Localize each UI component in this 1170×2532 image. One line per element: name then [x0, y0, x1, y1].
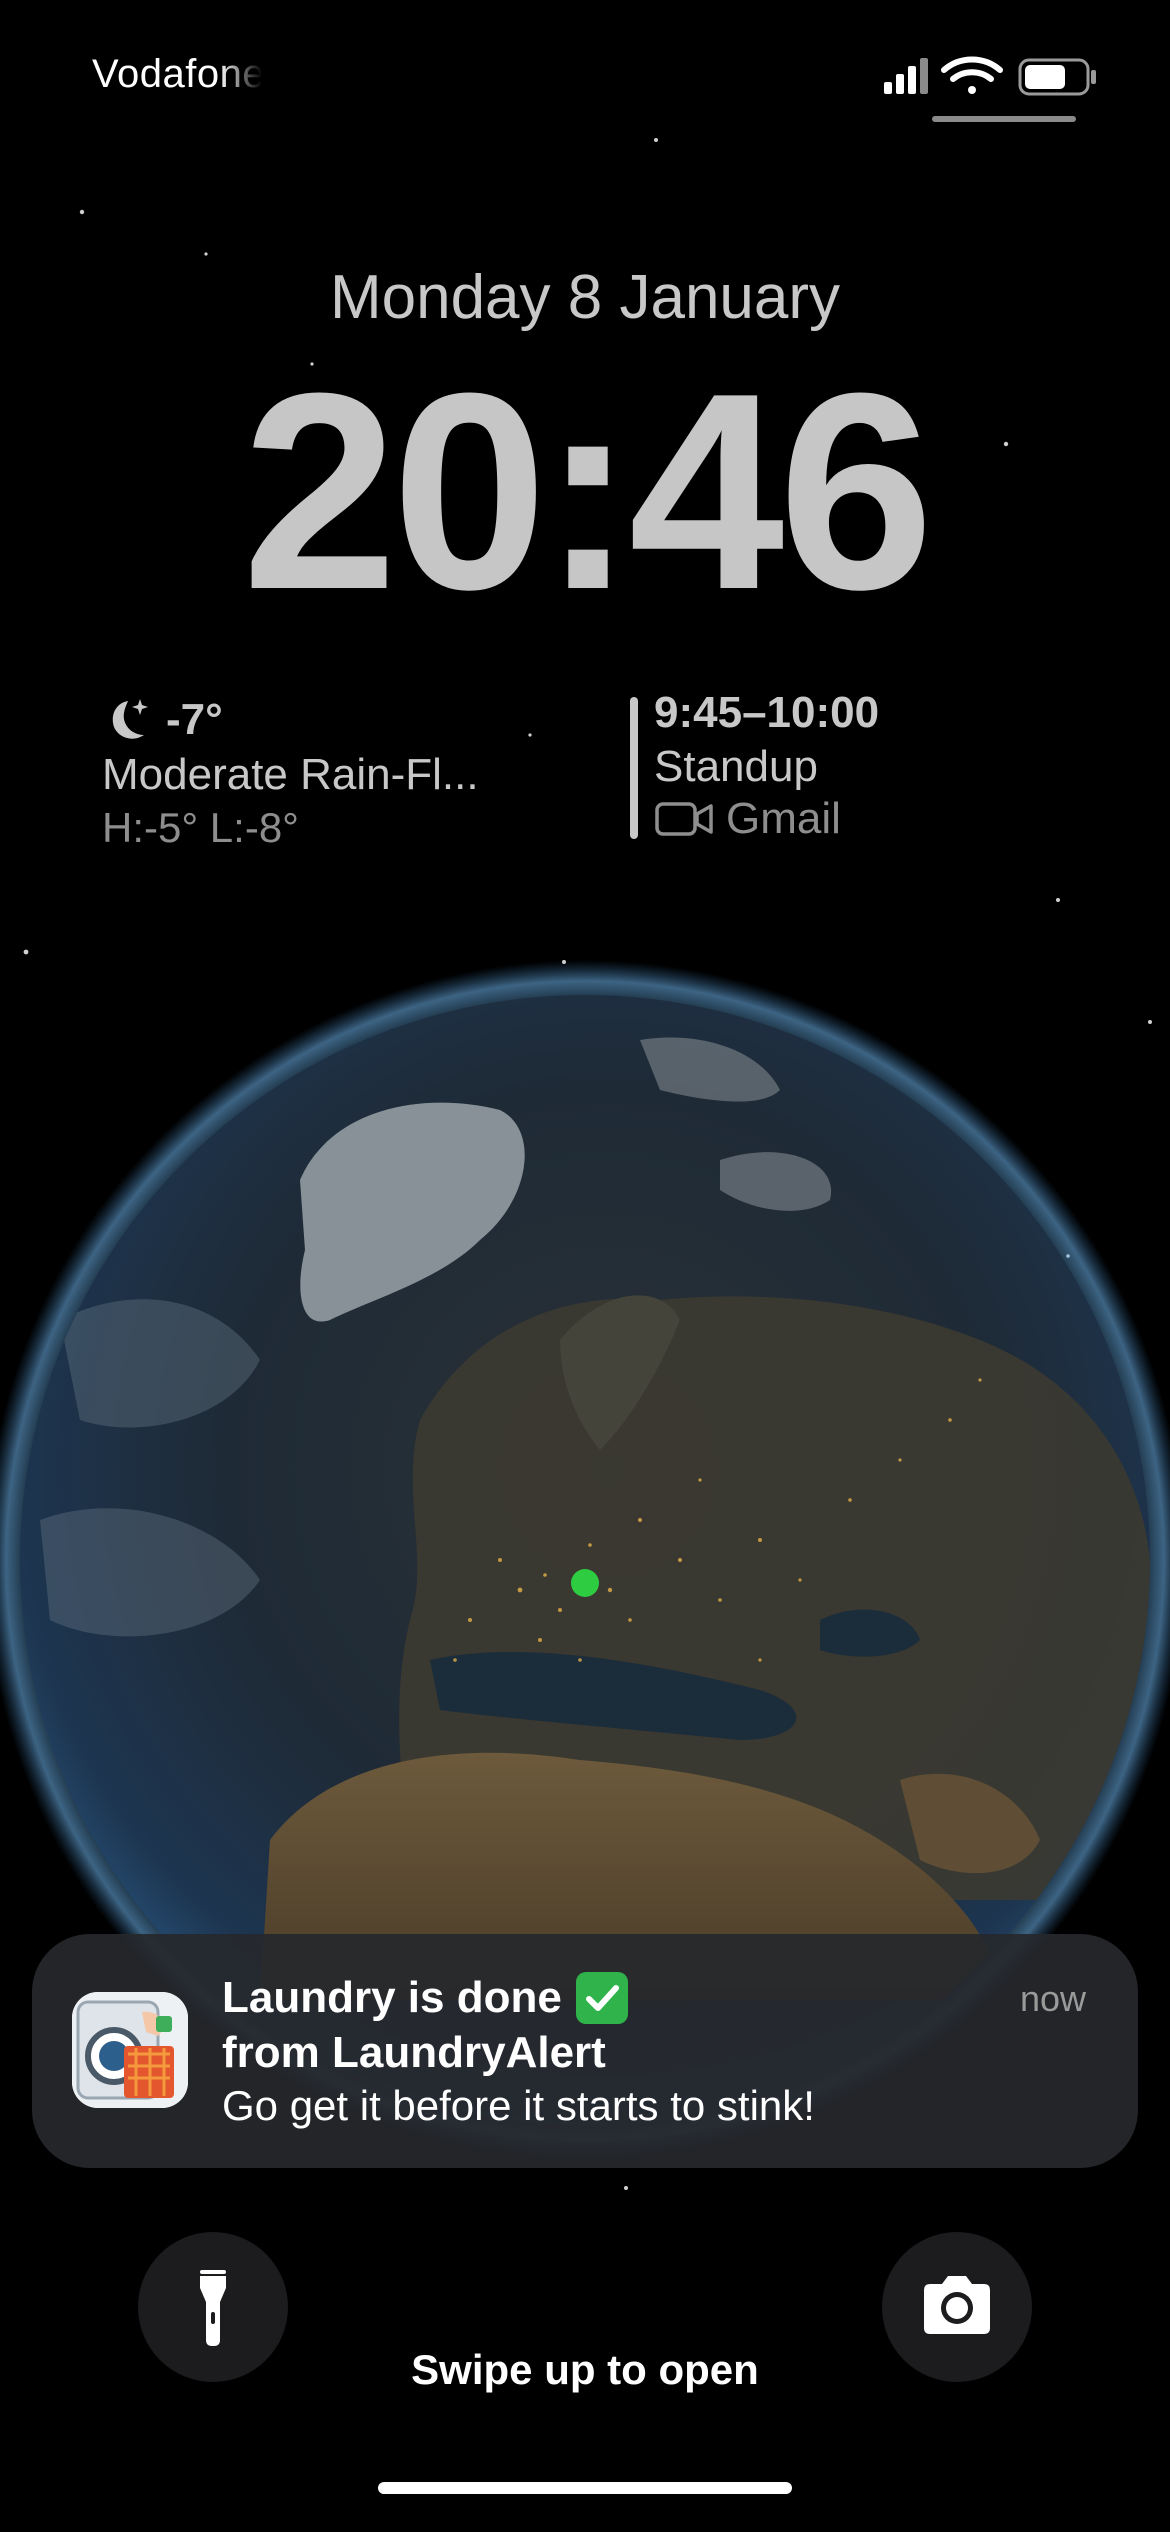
laundry-app-icon: [72, 1992, 188, 2108]
swipe-up-hint: Swipe up to open: [411, 2346, 759, 2393]
weather-widget[interactable]: -7° Moderate Rain-Fl... H:-5° L:-8°: [102, 692, 582, 852]
moon-stars-icon: [112, 699, 148, 739]
calendar-widget[interactable]: 9:45–10:00 Standup Gmail: [654, 688, 1074, 844]
calendar-event-time: 9:45–10:00: [654, 688, 880, 737]
location-dot: [571, 1569, 599, 1597]
video-camera-icon: [655, 802, 713, 836]
weather-temperature: -7°: [166, 695, 223, 744]
weather-high-low: H:-5° L:-8°: [102, 804, 299, 851]
notification-body: Go get it before it starts to stink!: [222, 2082, 815, 2129]
battery-icon: [1018, 58, 1096, 96]
carrier-name: Vodafone: [92, 52, 262, 96]
calendar-source-label: Gmail: [726, 794, 841, 843]
home-indicator[interactable]: [378, 2482, 792, 2494]
calendar-event-source: Gmail: [654, 794, 1074, 844]
notification-time: now: [1019, 1978, 1086, 2019]
signal-icon: [884, 58, 928, 94]
status-icons: [884, 56, 1096, 96]
status-bar-underline: [932, 116, 1076, 122]
notification-subtitle: from LaundryAlert: [222, 2028, 606, 2077]
notification-card[interactable]: Laundry is done from LaundryAlert Go get…: [32, 1934, 1138, 2168]
lock-time: 20:46: [241, 336, 934, 648]
weather-condition: Moderate Rain-Fl...: [102, 750, 479, 799]
lock-date: Monday 8 January: [329, 263, 841, 332]
wifi-icon: [941, 56, 1003, 94]
notification-title-text: Laundry is done: [222, 1973, 562, 2022]
calendar-event-title: Standup: [654, 742, 818, 791]
check-mark-emoji: [575, 1972, 628, 2024]
notification-title: Laundry is done: [222, 1972, 628, 2024]
calendar-event-bar: [630, 697, 638, 839]
